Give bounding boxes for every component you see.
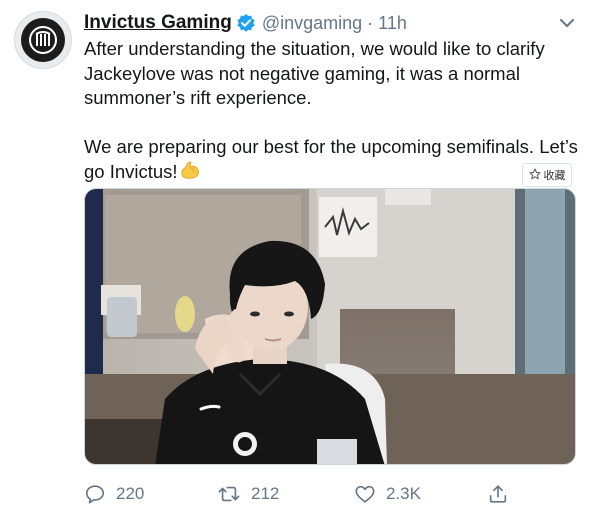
retweet-icon xyxy=(217,483,241,505)
tweet-photo[interactable] xyxy=(84,188,576,465)
team-logo-icon xyxy=(21,18,65,62)
like-count: 2.3K xyxy=(386,484,421,503)
collect-button[interactable]: 收藏 xyxy=(522,163,572,187)
photo-illustration xyxy=(85,189,575,464)
share-icon xyxy=(487,483,509,505)
star-icon xyxy=(529,168,541,183)
tweet-paragraph-1: After understanding the situation, we wo… xyxy=(84,38,545,108)
separator-dot: · xyxy=(367,12,374,33)
collect-label: 收藏 xyxy=(543,170,566,182)
verified-badge-icon xyxy=(236,13,256,33)
timestamp[interactable]: 11h xyxy=(378,13,407,34)
tweet[interactable]: Invictus Gaming @invgaming · 11h After u… xyxy=(0,0,594,515)
reply-count: 220 xyxy=(116,484,145,503)
chevron-down-icon[interactable] xyxy=(556,14,578,32)
flexed-biceps-emoji-icon xyxy=(179,159,201,188)
tweet-paragraph-2: We are preparing our best for the upcomi… xyxy=(84,135,584,188)
tweet-actions: 220 212 2.3K xyxy=(84,481,514,507)
reply-button[interactable]: 220 xyxy=(84,481,144,507)
share-button[interactable] xyxy=(487,481,509,507)
like-button[interactable]: 2.3K xyxy=(354,481,421,507)
display-name[interactable]: Invictus Gaming xyxy=(84,12,232,34)
handle[interactable]: @invgaming xyxy=(262,13,362,34)
tweet-header: Invictus Gaming @invgaming · 11h xyxy=(84,10,407,36)
tweet-text: After understanding the situation, we wo… xyxy=(84,37,584,188)
retweet-button[interactable]: 212 xyxy=(217,481,279,507)
retweet-count: 212 xyxy=(251,484,280,503)
avatar[interactable] xyxy=(14,11,72,69)
tweet-paragraph-2-text: We are preparing our best for the upcomi… xyxy=(84,135,578,183)
heart-icon xyxy=(354,483,376,505)
reply-icon xyxy=(84,483,106,505)
